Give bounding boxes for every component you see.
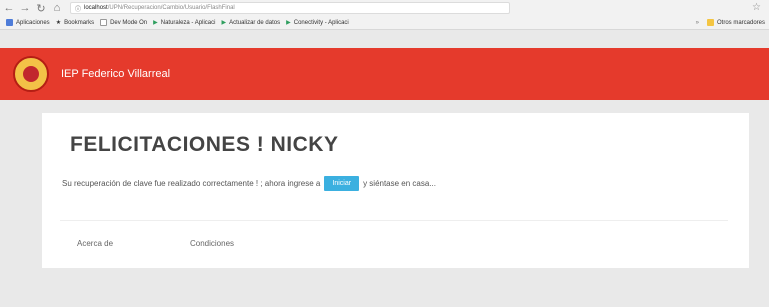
- info-icon: ⓘ: [75, 6, 82, 13]
- bookmark-actualizar[interactable]: ▶ Actualizar de datos: [221, 19, 281, 27]
- bookmark-label: Dev Mode On: [110, 19, 148, 26]
- footer-link-acerca[interactable]: Acerca de: [77, 239, 113, 248]
- bookmark-label: Actualizar de datos: [229, 19, 281, 26]
- play-icon: ▶: [221, 20, 227, 26]
- bookmarks-bar: Aplicaciones ★ Bookmarks Dev Mode On ▶ N…: [0, 16, 769, 30]
- other-bookmarks-label: Otros marcadores: [716, 19, 765, 26]
- page-title: FELICITACIONES ! NICKY: [70, 133, 339, 156]
- other-bookmarks[interactable]: » Otros marcadores: [696, 19, 765, 26]
- play-icon: ▶: [153, 20, 158, 26]
- bookmark-aplicaciones[interactable]: Aplicaciones: [6, 19, 50, 26]
- brand-name[interactable]: IEP Federico Villarreal: [61, 68, 170, 80]
- bookmark-conectivity[interactable]: ▶ Conectivity - Aplicaci: [286, 19, 349, 27]
- app-header: IEP Federico Villarreal: [0, 48, 769, 100]
- star-icon: ★: [55, 20, 62, 26]
- footer-link-condiciones[interactable]: Condiciones: [190, 239, 234, 248]
- divider: [60, 220, 728, 221]
- success-message: Su recuperación de clave fue realizado c…: [62, 176, 436, 191]
- school-logo[interactable]: [13, 56, 49, 92]
- success-card: FELICITACIONES ! NICKY Su recuperación d…: [42, 113, 749, 268]
- url-host: localhost: [84, 5, 108, 11]
- bookmark-label: Conectivity - Aplicaci: [293, 19, 349, 26]
- bookmark-label: Bookmarks: [64, 19, 95, 26]
- bookmark-star-icon[interactable]: ☆: [752, 2, 761, 13]
- login-button[interactable]: Iniciar: [324, 176, 360, 191]
- url-path: /UPN/Recuperacion/Cambio/Usuario/FlashFi…: [107, 5, 235, 11]
- bookmark-bookmarks[interactable]: ★ Bookmarks: [55, 19, 95, 27]
- bookmark-dev-mode[interactable]: Dev Mode On: [100, 19, 147, 26]
- address-bar[interactable]: ⓘ localhost /UPN/Recuperacion/Cambio/Usu…: [70, 2, 510, 14]
- back-icon[interactable]: ←: [2, 1, 16, 15]
- folder-icon: [706, 19, 714, 26]
- chevron-right-icon: »: [695, 19, 699, 26]
- bookmark-label: Aplicaciones: [16, 19, 50, 26]
- bookmark-naturaleza[interactable]: ▶ Naturaleza - Aplicaci: [153, 19, 216, 27]
- home-icon[interactable]: ⌂: [50, 1, 64, 15]
- page-icon: [100, 19, 108, 26]
- apps-icon: [6, 19, 13, 26]
- forward-icon[interactable]: →: [18, 1, 32, 15]
- browser-toolbar: ← → ↻ ⌂ ⓘ localhost /UPN/Recuperacion/Ca…: [0, 0, 769, 16]
- bookmark-label: Naturaleza - Aplicaci: [160, 19, 216, 26]
- message-text-after: y siéntase en casa...: [363, 179, 436, 188]
- play-icon: ▶: [286, 20, 291, 26]
- logo-emblem: [21, 64, 41, 84]
- reload-icon[interactable]: ↻: [34, 1, 48, 15]
- message-text-before: Su recuperación de clave fue realizado c…: [62, 179, 321, 188]
